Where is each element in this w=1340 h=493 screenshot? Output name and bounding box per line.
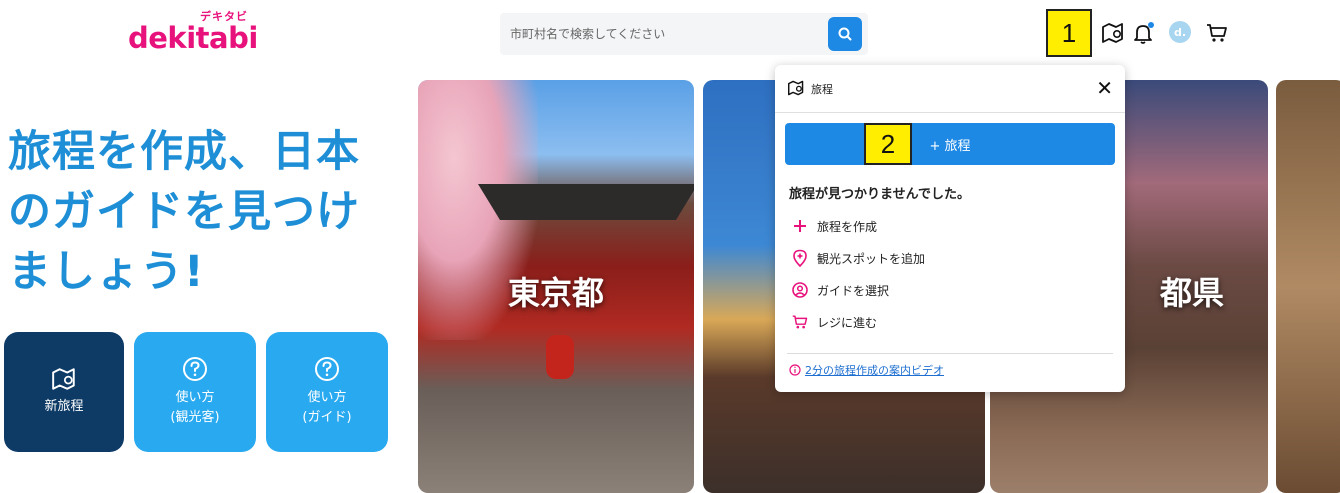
step-label: ガイドを選択 <box>817 283 890 298</box>
hero-title: 旅程を作成、日本 のガイドを見つけ ましょう! <box>8 122 408 302</box>
search-input[interactable] <box>500 13 820 55</box>
search-bar <box>500 13 868 55</box>
destination-card-next[interactable] <box>1276 80 1340 493</box>
cart-button[interactable] <box>1204 20 1230 46</box>
bell-icon <box>1134 22 1154 44</box>
lantern-image <box>546 335 574 379</box>
step-checkout: レジに進む <box>791 311 877 333</box>
tile-sublabel: (ガイド) <box>302 410 352 425</box>
pin-plus-icon <box>791 249 809 267</box>
search-button[interactable] <box>828 17 862 51</box>
user-avatar[interactable]: d. <box>1169 21 1191 43</box>
itinerary-map-button[interactable] <box>1100 20 1126 46</box>
step-add-spot: 観光スポットを追加 <box>791 247 925 269</box>
step-label: 観光スポットを追加 <box>817 251 926 266</box>
step-label: 旅程を作成 <box>817 219 878 234</box>
logo-text: dekitabi <box>128 21 258 55</box>
card-label: 東京都 <box>508 274 605 312</box>
video-link-text[interactable]: 2分の旅程作成の案内ビデオ <box>805 362 944 378</box>
itinerary-popup: 旅程 ✕ + 旅程 旅程が見つかりませんでした。 旅程を作成 観光スポットを追加… <box>775 65 1125 392</box>
notification-button[interactable] <box>1130 20 1156 46</box>
new-itinerary-tile[interactable]: 新旅程 <box>4 332 124 452</box>
empty-message: 旅程が見つかりませんでした。 <box>789 187 970 202</box>
help-icon <box>315 357 339 381</box>
step-label: レジに進む <box>817 315 878 330</box>
popup-header: 旅程 ✕ <box>775 65 1125 113</box>
tutorial-video-link[interactable]: 2分の旅程作成の案内ビデオ <box>789 362 944 378</box>
cart-icon <box>791 313 809 331</box>
help-icon <box>183 357 207 381</box>
annotation-marker-2: 2 <box>864 123 912 165</box>
tile-sublabel: (観光客) <box>170 410 220 425</box>
hero-title-line: ましょう! <box>8 247 205 297</box>
destination-card-tokyo[interactable]: 東京都 <box>418 80 694 493</box>
hero-title-line: のガイドを見つけ <box>8 187 360 237</box>
annotation-marker-1: 1 <box>1046 9 1092 57</box>
person-icon <box>791 281 809 299</box>
map-icon <box>1102 23 1123 43</box>
card-label: 都県 <box>1160 274 1225 312</box>
tile-label: 新旅程 <box>44 399 84 414</box>
tile-label: 使い方 <box>175 390 215 405</box>
map-icon <box>788 80 804 96</box>
info-icon <box>789 364 801 376</box>
howto-guide-tile[interactable]: 使い方 (ガイド) <box>266 332 388 452</box>
map-icon <box>52 368 75 390</box>
popup-title: 旅程 <box>811 83 833 96</box>
howto-tourist-tile[interactable]: 使い方 (観光客) <box>134 332 256 452</box>
step-select-guide: ガイドを選択 <box>791 279 889 301</box>
add-itinerary-button[interactable]: + 旅程 <box>785 123 1115 165</box>
tile-label: 使い方 <box>307 390 347 405</box>
dekitabi-logo[interactable]: デキタビ dekitabi <box>128 8 268 55</box>
hero-title-line: 旅程を作成、日本 <box>8 127 360 177</box>
popup-divider <box>787 353 1113 354</box>
plus-icon <box>791 217 809 235</box>
step-create-itinerary: 旅程を作成 <box>791 215 877 237</box>
cart-icon <box>1207 24 1227 42</box>
close-icon[interactable]: ✕ <box>1096 77 1113 99</box>
search-icon <box>838 27 852 41</box>
